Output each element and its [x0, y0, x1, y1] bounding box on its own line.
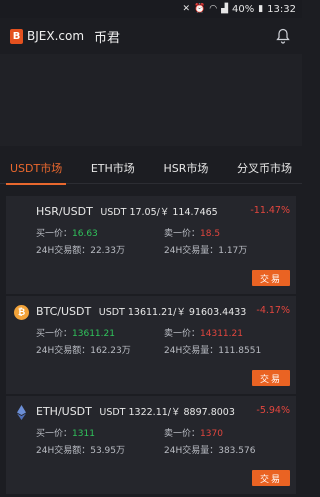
qty-label: 24H交易量： — [164, 246, 219, 256]
sell-label: 卖一价： — [164, 429, 201, 439]
market-tabs: USDT市场 ETH市场 HSR市场 分叉币市场 — [0, 152, 302, 185]
battery-percent: 40% — [231, 3, 255, 15]
pair-price: USDT 17.05/￥ 114.7465 — [100, 207, 218, 218]
brand-name: BJEX.com — [27, 29, 85, 43]
volume-label: 24H交易额： — [36, 446, 91, 456]
trade-button[interactable]: 交易 — [252, 370, 290, 386]
alarm-icon: ⏰ — [193, 4, 206, 14]
trade-button[interactable]: 交易 — [252, 470, 290, 486]
qty-value: 1.17万 — [218, 246, 248, 256]
banner-area — [0, 54, 302, 146]
brand-name-cn: 币君 — [94, 30, 121, 46]
volume-label: 24H交易额： — [36, 246, 91, 256]
bjex-logo: B — [10, 28, 23, 44]
buy-value: 1311 — [72, 429, 95, 439]
sell-value: 1370 — [200, 429, 223, 439]
qty-label: 24H交易量： — [164, 346, 219, 356]
tab-hsr[interactable]: HSR市场 — [159, 160, 212, 176]
clock: 13:32 — [267, 3, 296, 15]
volume-value: 53.95万 — [90, 446, 125, 456]
trade-button[interactable]: 交易 — [252, 270, 290, 286]
ethereum-icon — [17, 405, 26, 420]
bitcoin-icon: ₿ — [14, 305, 29, 320]
tab-usdt[interactable]: USDT市场 — [6, 160, 67, 185]
tab-fork[interactable]: 分叉币市场 — [233, 160, 296, 176]
qty-value: 111.8551 — [218, 346, 262, 356]
sell-label: 卖一价： — [164, 229, 201, 239]
bell-icon[interactable] — [276, 28, 290, 44]
pair-name: HSR/USDT — [36, 205, 93, 218]
buy-label: 买一价： — [36, 229, 73, 239]
sell-value: 14311.21 — [200, 329, 243, 339]
change-percent: -11.47% — [250, 205, 290, 216]
battery-icon: ▮ — [258, 4, 264, 14]
signal-icon: ▟ — [221, 4, 228, 14]
change-percent: -4.17% — [256, 305, 290, 316]
mute-icon: ✕ — [182, 4, 190, 14]
buy-value: 13611.21 — [72, 329, 115, 339]
buy-label: 买一价： — [36, 329, 73, 339]
volume-value: 22.33万 — [90, 246, 125, 256]
qty-label: 24H交易量： — [164, 446, 219, 456]
buy-value: 16.63 — [72, 229, 98, 239]
pair-name: ETH/USDT — [36, 405, 92, 418]
sell-label: 卖一价： — [164, 329, 201, 339]
market-card-btc[interactable]: ₿ BTC/USDT USDT 13611.21/￥ 91603.4433 -4… — [6, 296, 296, 394]
pair-price: USDT 1322.11/￥ 8897.8003 — [99, 407, 235, 418]
market-card-hsr[interactable]: HSR/USDT USDT 17.05/￥ 114.7465 -11.47% 买… — [6, 196, 296, 294]
app-header: B BJEX.com 币君 — [0, 18, 302, 54]
wifi-icon: ◠ — [209, 4, 218, 14]
sell-value: 18.5 — [200, 229, 221, 239]
status-bar: ✕ ⏰ ◠ ▟ 40% ▮ 13:32 — [0, 0, 302, 18]
buy-label: 买一价： — [36, 429, 73, 439]
volume-label: 24H交易额： — [36, 346, 91, 356]
pair-name: BTC/USDT — [36, 305, 92, 318]
qty-value: 383.576 — [218, 446, 256, 456]
market-card-eth[interactable]: ETH/USDT USDT 1322.11/￥ 8897.8003 -5.94%… — [6, 396, 296, 494]
pair-price: USDT 13611.21/￥ 91603.4433 — [98, 307, 247, 318]
volume-value: 162.23万 — [90, 346, 131, 356]
change-percent: -5.94% — [256, 405, 290, 416]
tab-eth[interactable]: ETH市场 — [87, 160, 139, 176]
